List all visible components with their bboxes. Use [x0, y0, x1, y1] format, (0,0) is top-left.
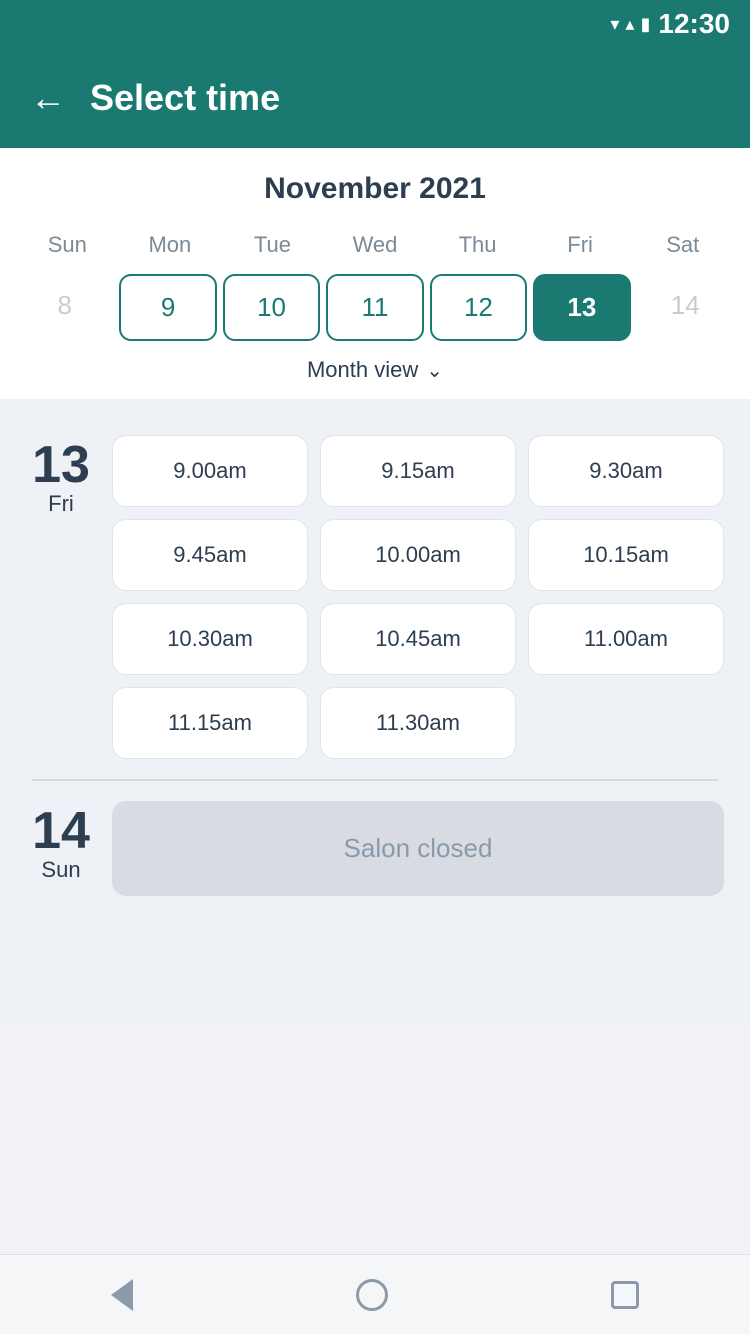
- day-12[interactable]: 12: [430, 274, 527, 341]
- weekday-sat: Sat: [631, 226, 734, 264]
- slot-1130am[interactable]: 11.30am: [320, 687, 516, 759]
- slot-1015am[interactable]: 10.15am: [528, 519, 724, 591]
- bottom-nav: [0, 1254, 750, 1334]
- month-year-label: November 2021: [16, 172, 734, 206]
- status-time: 12:30: [658, 8, 730, 40]
- back-nav-button[interactable]: [111, 1279, 133, 1311]
- status-bar: ▾ ▴ ▮ 12:30: [0, 0, 750, 48]
- day-11[interactable]: 11: [326, 274, 423, 341]
- slot-1100am[interactable]: 11.00am: [528, 603, 724, 675]
- slot-1045am[interactable]: 10.45am: [320, 603, 516, 675]
- back-nav-icon: [111, 1279, 133, 1311]
- salon-closed-label: Salon closed: [344, 833, 493, 863]
- home-nav-button[interactable]: [356, 1279, 388, 1311]
- signal-icon: ▴: [625, 14, 634, 35]
- day-9[interactable]: 9: [119, 274, 216, 341]
- slot-915am[interactable]: 9.15am: [320, 435, 516, 507]
- battery-icon: ▮: [640, 14, 650, 35]
- day-8: 8: [16, 274, 113, 341]
- days-row: 8 9 10 11 12 13 14: [16, 274, 734, 341]
- weekday-sun: Sun: [16, 226, 119, 264]
- chevron-down-icon: ⌄: [426, 358, 443, 383]
- month-view-toggle[interactable]: Month view ⌄: [16, 357, 734, 383]
- weekday-thu: Thu: [426, 226, 529, 264]
- weekday-wed: Wed: [324, 226, 427, 264]
- back-button[interactable]: ←: [30, 80, 66, 116]
- salon-closed-box: Salon closed: [112, 801, 724, 896]
- slot-945am[interactable]: 9.45am: [112, 519, 308, 591]
- day-14-group: 14 Sun Salon closed: [16, 781, 734, 916]
- weekday-tue: Tue: [221, 226, 324, 264]
- header: ← Select time: [0, 48, 750, 148]
- bottom-spacer: [16, 916, 734, 1006]
- day-14-number: 14: [32, 805, 90, 857]
- weekday-fri: Fri: [529, 226, 632, 264]
- slot-1115am[interactable]: 11.15am: [112, 687, 308, 759]
- day-14: 14: [637, 274, 734, 341]
- day-13-slots-grid: 9.00am 9.15am 9.30am 9.45am 10.00am 10.1…: [112, 435, 724, 759]
- month-view-label: Month view: [307, 357, 418, 383]
- weekday-mon: Mon: [119, 226, 222, 264]
- slot-1000am[interactable]: 10.00am: [320, 519, 516, 591]
- slot-1030am[interactable]: 10.30am: [112, 603, 308, 675]
- recents-nav-button[interactable]: [611, 1281, 639, 1309]
- page-title: Select time: [90, 77, 280, 119]
- status-icons: ▾ ▴ ▮: [610, 14, 650, 35]
- day-13-group: 13 Fri 9.00am 9.15am 9.30am 9.45am 10.00…: [16, 415, 734, 779]
- wifi-icon: ▾: [610, 14, 619, 35]
- day-10[interactable]: 10: [223, 274, 320, 341]
- home-nav-icon: [356, 1279, 388, 1311]
- day-14-label: 14 Sun: [26, 801, 96, 896]
- day-14-name: Sun: [41, 857, 80, 883]
- day-13-number: 13: [32, 439, 90, 491]
- timeslots-section: 13 Fri 9.00am 9.15am 9.30am 9.45am 10.00…: [0, 399, 750, 1022]
- recents-nav-icon: [611, 1281, 639, 1309]
- weekday-row: Sun Mon Tue Wed Thu Fri Sat: [16, 226, 734, 264]
- slot-900am[interactable]: 9.00am: [112, 435, 308, 507]
- day-13-label: 13 Fri: [26, 435, 96, 759]
- day-13-name: Fri: [48, 491, 74, 517]
- slot-930am[interactable]: 9.30am: [528, 435, 724, 507]
- day-13[interactable]: 13: [533, 274, 630, 341]
- calendar-section: November 2021 Sun Mon Tue Wed Thu Fri Sa…: [0, 148, 750, 399]
